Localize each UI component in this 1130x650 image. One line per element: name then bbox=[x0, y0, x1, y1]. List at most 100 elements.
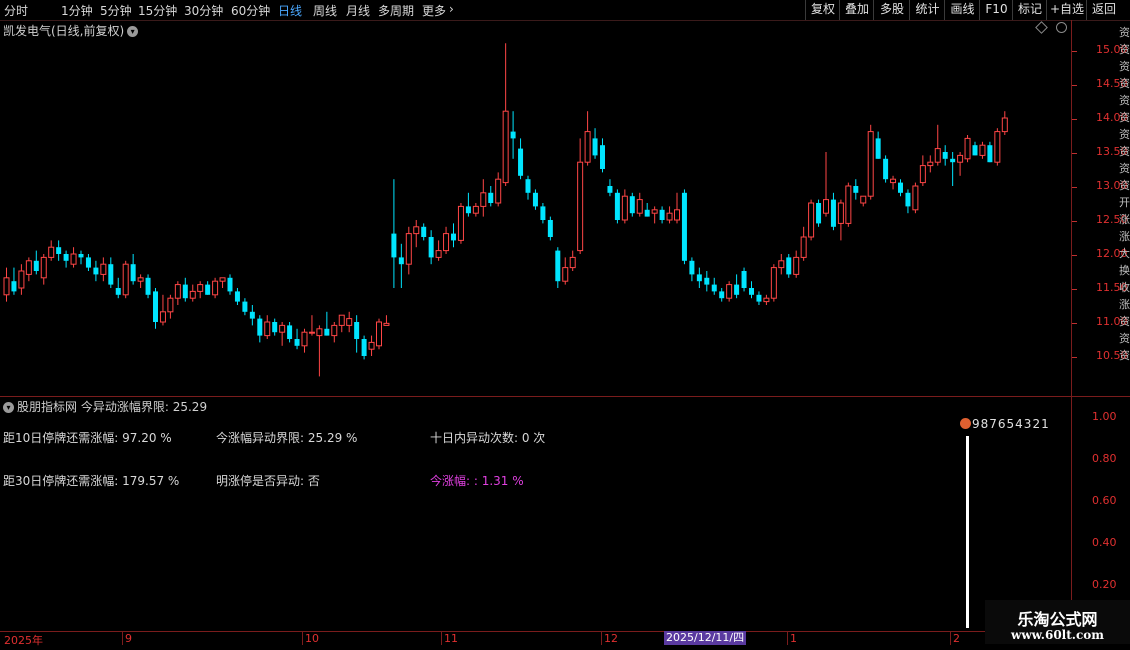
candle-body bbox=[756, 294, 762, 302]
price-tick-mark bbox=[1072, 323, 1077, 324]
candle bbox=[979, 141, 986, 159]
candle bbox=[942, 145, 948, 166]
chevron-right-icon[interactable]: › bbox=[449, 2, 454, 16]
period-tab-multi[interactable]: 多周期 bbox=[378, 2, 414, 19]
indicator-title: ▾ 股朋指标网 今异动涨幅界限: 25.29 bbox=[3, 398, 207, 415]
candle-body bbox=[875, 138, 881, 159]
price-tick-mark bbox=[1072, 51, 1077, 52]
period-tab-60min[interactable]: 60分钟 bbox=[231, 2, 270, 19]
period-tab-monthly[interactable]: 月线 bbox=[346, 2, 370, 19]
candle bbox=[711, 277, 717, 295]
candle-body bbox=[919, 165, 926, 184]
f10-button[interactable]: F10 bbox=[979, 0, 1013, 20]
signal-marker-icon bbox=[960, 418, 971, 429]
candle-body bbox=[659, 209, 665, 220]
candle-body bbox=[734, 284, 740, 295]
period-tab-more[interactable]: 更多 bbox=[422, 2, 446, 19]
candle-body bbox=[666, 212, 673, 221]
candle bbox=[830, 192, 836, 231]
candle bbox=[555, 247, 561, 288]
candle-body bbox=[48, 246, 55, 258]
multi-stock-button[interactable]: 多股 bbox=[873, 0, 910, 20]
period-tab-30min[interactable]: 30分钟 bbox=[184, 2, 223, 19]
candle bbox=[78, 250, 84, 265]
side-panel-char: 资 bbox=[1119, 145, 1130, 158]
candle-body bbox=[763, 297, 770, 303]
indicator-title-value: 25.29 bbox=[172, 400, 208, 414]
candle-body bbox=[316, 328, 323, 337]
candle-body bbox=[808, 202, 815, 238]
candle bbox=[957, 152, 964, 176]
period-tab-15min[interactable]: 15分钟 bbox=[138, 2, 177, 19]
time-label: 2025年 bbox=[4, 634, 43, 647]
panel-divider bbox=[0, 396, 1130, 397]
candle-body bbox=[108, 264, 114, 285]
restore-rights-button[interactable]: 复权 bbox=[805, 0, 840, 20]
candle-body bbox=[465, 206, 471, 214]
candlestick-chart[interactable] bbox=[0, 20, 1072, 396]
candle bbox=[636, 192, 643, 217]
candle-body bbox=[413, 226, 420, 235]
candle bbox=[465, 192, 471, 217]
candle bbox=[890, 175, 897, 190]
add-favorite-button[interactable]: +自选 bbox=[1046, 0, 1087, 20]
candle bbox=[272, 318, 278, 336]
candle-body bbox=[11, 281, 17, 292]
candle-body bbox=[495, 178, 502, 204]
candle bbox=[308, 315, 315, 336]
candle bbox=[428, 230, 434, 265]
price-axis-line bbox=[1071, 20, 1072, 632]
candle bbox=[898, 179, 903, 197]
candle-body bbox=[510, 131, 516, 139]
candle-body bbox=[294, 339, 300, 346]
candle bbox=[279, 322, 286, 346]
candle bbox=[756, 291, 762, 305]
today-change-text: 今涨幅: : 1.31 % bbox=[430, 474, 524, 488]
candle-body bbox=[987, 145, 993, 163]
candle bbox=[383, 315, 390, 326]
candle-body bbox=[85, 257, 91, 268]
indicator-tick: 0.20 bbox=[1092, 578, 1117, 591]
candle-body bbox=[540, 206, 546, 220]
candle bbox=[40, 254, 47, 285]
time-label: 12 bbox=[604, 632, 618, 645]
candle bbox=[108, 257, 114, 288]
candle-body bbox=[227, 277, 233, 292]
candle bbox=[324, 311, 330, 336]
candle-body bbox=[354, 322, 360, 339]
candle bbox=[182, 277, 188, 302]
candle bbox=[651, 206, 658, 224]
candle-body bbox=[651, 209, 658, 214]
back-button[interactable]: 返回 bbox=[1086, 0, 1121, 20]
period-tab-timeshare[interactable]: 分时 bbox=[4, 2, 28, 19]
period-tab-1min[interactable]: 1分钟 bbox=[61, 2, 93, 19]
candle-body bbox=[451, 233, 456, 241]
candle-body bbox=[525, 179, 531, 193]
candle-body bbox=[905, 192, 911, 207]
period-tab-weekly[interactable]: 周线 bbox=[313, 2, 337, 19]
candle-body bbox=[153, 291, 158, 322]
candle bbox=[569, 250, 576, 271]
period-tab-daily[interactable]: 日线 bbox=[278, 2, 302, 19]
candle bbox=[70, 247, 77, 268]
candle bbox=[56, 240, 62, 261]
candle bbox=[25, 257, 32, 282]
overlay-button[interactable]: 叠加 bbox=[839, 0, 874, 20]
mark-button[interactable]: 标记 bbox=[1012, 0, 1047, 20]
candle-body bbox=[979, 144, 986, 156]
draw-line-button[interactable]: 画线 bbox=[944, 0, 980, 20]
candle-body bbox=[159, 311, 166, 323]
candle-body bbox=[547, 220, 553, 237]
candle-body bbox=[435, 250, 442, 258]
candle-body bbox=[883, 158, 889, 180]
statistics-button[interactable]: 统计 bbox=[909, 0, 945, 20]
price-tick-mark bbox=[1072, 289, 1077, 290]
candle bbox=[592, 128, 598, 159]
side-panel-char: 资 bbox=[1119, 111, 1130, 124]
chevron-down-icon[interactable]: ▾ bbox=[3, 402, 14, 413]
candle bbox=[749, 281, 754, 299]
period-tab-5min[interactable]: 5分钟 bbox=[100, 2, 132, 19]
candle bbox=[919, 155, 926, 186]
indicator-tick: 0.60 bbox=[1092, 494, 1117, 507]
candle bbox=[674, 192, 680, 224]
